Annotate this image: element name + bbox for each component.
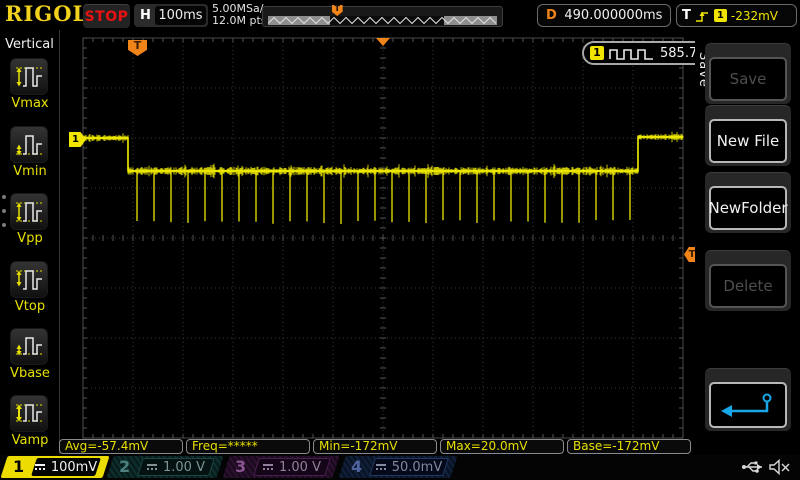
measure-menu-title: Vertical bbox=[5, 37, 54, 52]
status-bar: RIGOL STOP H 100ms 5.00MSa/s 12.0M pts T… bbox=[0, 0, 800, 30]
channel-3-status[interactable]: 3 1.00 V bbox=[222, 456, 340, 478]
vmax-label: Vmax bbox=[11, 96, 49, 111]
menu-item-vmax[interactable]: Vmax bbox=[10, 58, 50, 111]
channel-2-scale: 1.00 V bbox=[163, 459, 205, 475]
menu-item-vamp[interactable]: Vamp bbox=[10, 395, 50, 448]
waveform-overview-bar[interactable]: T bbox=[262, 5, 503, 27]
menu-page-dot bbox=[2, 209, 6, 213]
measure-menu: Vertical Vmax Vmin Vpp Vtop Vbase Vamp bbox=[0, 30, 60, 454]
usb-icon bbox=[742, 461, 762, 473]
delay-label: D bbox=[546, 8, 557, 23]
run-state-indicator[interactable]: STOP bbox=[83, 4, 130, 28]
vmin-icon bbox=[10, 126, 48, 163]
horizontal-timebase-box[interactable]: H 100ms bbox=[134, 4, 208, 27]
channel-3-scale: 1.00 V bbox=[279, 459, 321, 475]
save-menu: Save Save New File NewFolder Delete bbox=[695, 30, 800, 455]
menu-page-dot bbox=[2, 223, 6, 227]
return-arrow-icon bbox=[721, 393, 772, 417]
vamp-icon bbox=[10, 395, 48, 432]
trigger-position-marker[interactable] bbox=[376, 38, 390, 46]
measurement-max: Max=20.0mV bbox=[440, 439, 564, 454]
trigger-label: T bbox=[682, 8, 691, 23]
rising-edge-icon bbox=[695, 11, 708, 22]
delete-button[interactable]: Delete bbox=[705, 250, 791, 311]
vtop-label: Vtop bbox=[14, 299, 46, 314]
dc-coupling-icon bbox=[375, 464, 386, 470]
channel-4-number: 4 bbox=[351, 457, 363, 476]
dc-coupling-icon bbox=[34, 464, 45, 470]
vbase-icon bbox=[10, 328, 48, 365]
scope-display-area[interactable]: 1 T T 1 585.726 Hz bbox=[60, 30, 745, 450]
overview-trigger-flag[interactable]: T bbox=[331, 5, 343, 16]
channel-2-number: 2 bbox=[119, 457, 131, 476]
new-file-button[interactable]: New File bbox=[705, 105, 791, 166]
acquisition-info: 5.00MSa/s 12.0M pts bbox=[212, 3, 269, 27]
measurement-freq: Freq=***** bbox=[186, 439, 310, 454]
channel-4-status[interactable]: 4 50.0mV bbox=[338, 456, 458, 478]
memory-depth: 12.0M pts bbox=[212, 14, 267, 27]
measurement-min: Min=-172mV bbox=[313, 439, 437, 454]
timebase-value: 100ms bbox=[154, 6, 206, 25]
channel-bar: 1 100mV 2 1.00 V 3 1.00 V 4 50.0mV bbox=[0, 455, 800, 480]
new-folder-button[interactable]: NewFolder bbox=[705, 172, 791, 233]
vmin-label: Vmin bbox=[13, 164, 47, 179]
save-button[interactable]: Save bbox=[705, 43, 791, 104]
dc-coupling-icon bbox=[263, 464, 273, 470]
vmax-icon bbox=[10, 58, 48, 95]
menu-item-vtop[interactable]: Vtop bbox=[10, 261, 50, 314]
brand-logo: RIGOL bbox=[5, 1, 89, 26]
vtop-icon bbox=[10, 261, 48, 298]
menu-item-vmin[interactable]: Vmin bbox=[10, 126, 50, 179]
vamp-label: Vamp bbox=[11, 433, 49, 448]
vpp-icon bbox=[10, 193, 48, 230]
channel-3-number: 3 bbox=[235, 457, 247, 476]
back-button[interactable] bbox=[705, 368, 791, 431]
channel-4-scale: 50.0mV bbox=[391, 459, 443, 475]
channel-1-scale: 100mV bbox=[50, 459, 98, 475]
dc-coupling-icon bbox=[147, 464, 157, 470]
trigger-source-badge: 1 bbox=[713, 9, 727, 22]
square-wave-icon bbox=[609, 48, 653, 60]
overview-wave bbox=[268, 16, 497, 25]
menu-item-vpp[interactable]: Vpp bbox=[10, 193, 50, 246]
channel-1-number: 1 bbox=[13, 457, 25, 476]
menu-page-dot bbox=[2, 195, 6, 199]
measurement-avg: Avg=-57.4mV bbox=[59, 439, 183, 454]
horizontal-label: H bbox=[140, 8, 151, 23]
delay-box: D 490.000000ms bbox=[537, 4, 671, 27]
speaker-mute-icon bbox=[769, 458, 790, 476]
counter-channel-badge: 1 bbox=[590, 46, 604, 60]
channel-1-status[interactable]: 1 100mV bbox=[0, 456, 110, 478]
channel-2-status[interactable]: 2 1.00 V bbox=[106, 456, 224, 478]
trigger-level-value: -232mV bbox=[730, 8, 779, 23]
vpp-label: Vpp bbox=[17, 231, 43, 246]
measurement-base: Base=-172mV bbox=[567, 439, 691, 454]
delay-value: 490.000000ms bbox=[564, 8, 663, 23]
trigger-status-box: T 1 -232mV bbox=[676, 4, 797, 27]
oscilloscope-screen: RIGOL STOP H 100ms 5.00MSa/s 12.0M pts T… bbox=[0, 0, 800, 480]
scope-canvas bbox=[82, 37, 684, 439]
menu-item-vbase[interactable]: Vbase bbox=[10, 328, 50, 381]
vbase-label: Vbase bbox=[10, 366, 50, 381]
